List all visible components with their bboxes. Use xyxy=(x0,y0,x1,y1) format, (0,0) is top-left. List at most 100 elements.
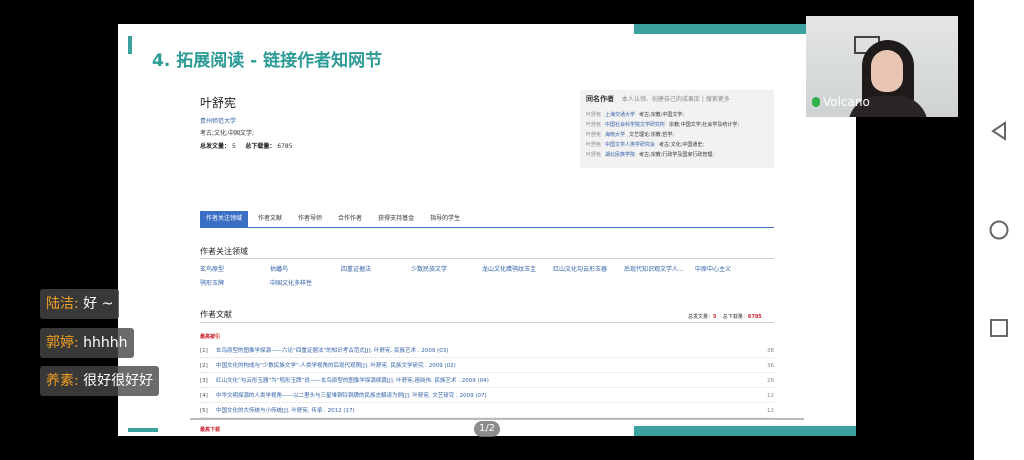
publication-index: [3] xyxy=(200,378,208,384)
publication-row[interactable]: [5] 中国文化的大传统与小传统[J]. 叶舒宪. 传承 . 2012 (17)… xyxy=(200,405,774,418)
row-name: 叶舒宪 xyxy=(586,122,602,128)
recents-icon[interactable] xyxy=(989,318,1009,338)
tab-students[interactable]: 指导的学生 xyxy=(424,211,466,227)
slide-title: 4. 拓展阅读 - 链接作者知网节 xyxy=(152,51,383,71)
slide-decoration xyxy=(634,426,856,436)
row-unit[interactable]: 中国社会科学院文学研究所 xyxy=(605,122,665,128)
focus-field-link[interactable]: 后现代知识观文学人... xyxy=(624,264,684,273)
back-icon[interactable] xyxy=(989,121,1009,141)
publication-row[interactable]: [2] 中国文化的构成与“少数民族文学”:人类学视角的后现代观照[J]. 叶舒宪… xyxy=(200,360,774,373)
chat-text: hhhhh xyxy=(78,335,128,351)
participant-video[interactable]: Volcano xyxy=(806,16,958,117)
focus-field-link[interactable]: 红山文化勾云形玉器 xyxy=(553,264,607,273)
author-stats: 总发文量： 5 总下载量： 6785 xyxy=(200,141,293,150)
lit-downloads-value: 6785 xyxy=(747,314,762,320)
microphone-icon xyxy=(812,97,820,107)
separator: | xyxy=(701,96,704,103)
divider xyxy=(190,418,804,420)
slide-decoration xyxy=(128,428,158,432)
publication-title-link[interactable]: 玄鸟原型的图像学探源——六论“四重证据法”的知识考古范式[J]. 叶舒宪. 民族… xyxy=(216,345,448,357)
row-name: 叶舒宪 xyxy=(586,152,602,158)
presentation-slide: 4. 拓展阅读 - 链接作者知网节 叶舒宪 贵州师范大学 考古;文化;中国文学;… xyxy=(118,24,856,436)
row-unit[interactable]: 海南大学 xyxy=(605,132,625,138)
chat-text: 好 ~ xyxy=(78,296,114,312)
same-name-row[interactable]: 叶舒宪 中国文学人类学研究会 考古;文化;中国通史; xyxy=(586,140,768,150)
focus-field-link[interactable]: 祜蟠鸟 xyxy=(270,264,288,273)
literature-section-title: 作者文献 xyxy=(200,310,232,319)
participant-face xyxy=(871,50,903,92)
row-fields: 考古;宗教;中国文学; xyxy=(639,112,685,118)
author-tabs: 作者关注领域 作者文献 作者导师 合作作者 获得支持基金 指导的学生 xyxy=(200,211,774,228)
author-name: 叶舒宪 xyxy=(200,96,237,110)
row-unit[interactable]: 湖北民族学院 xyxy=(605,152,635,158)
total-articles-value: 5 xyxy=(231,143,236,150)
author-institution-link[interactable]: 贵州师范大学 xyxy=(200,116,236,125)
focus-field-link[interactable]: 中国文化多样性 xyxy=(270,278,312,287)
publication-title-link[interactable]: 中华文明探源的人类学视角——以二里头与三星堆铜铃铜牌的民族志解读为例[J]. 叶… xyxy=(216,390,487,402)
publication-index: [4] xyxy=(200,393,208,399)
system-navigation-bar xyxy=(974,0,1024,460)
total-downloads-label: 总下载量： xyxy=(245,143,276,150)
publication-row[interactable]: [3] 红山文化“勾云形玉器”为“鸮形玉牌”说——玄鸟原型的图像学探源续篇[J]… xyxy=(200,375,774,388)
citation-count: 38 xyxy=(767,348,774,354)
total-downloads-value: 6785 xyxy=(277,143,293,150)
claim-hint-link[interactable]: 本人认领、创建自己的成果库 xyxy=(622,96,700,103)
focus-section-title: 作者关注领域 xyxy=(200,247,248,256)
same-name-row[interactable]: 叶舒宪 海南大学 文艺理论;宗教;哲学; xyxy=(586,130,768,140)
home-icon[interactable] xyxy=(988,219,1010,241)
focus-field-link[interactable]: 中原中心主义 xyxy=(695,264,731,273)
publication-title-link[interactable]: 中国文化的构成与“少数民族文学”:人类学视角的后现代观照[J]. 叶舒宪. 民族… xyxy=(216,360,456,372)
tab-funds[interactable]: 获得支持基金 xyxy=(372,211,420,227)
tab-literature[interactable]: 作者文献 xyxy=(252,211,288,227)
citation-count: 26 xyxy=(767,378,774,384)
row-name: 叶舒宪 xyxy=(586,142,602,148)
same-name-title: 同名作者 xyxy=(586,95,614,103)
search-more-link[interactable]: 搜索更多 xyxy=(706,96,730,103)
row-fields: 宗教;中国文学;社会学及统计学; xyxy=(669,122,740,128)
same-name-row[interactable]: 叶舒宪 湖北民族学院 考古;宗教;行政学及国家行政管理; xyxy=(586,150,768,160)
lit-downloads-label: 总下载量： xyxy=(722,314,748,320)
chat-message: 养素: 很好很好好 xyxy=(40,366,160,396)
tab-coauthors[interactable]: 合作作者 xyxy=(332,211,368,227)
lit-total-value: 5 xyxy=(713,314,717,320)
tab-advisors[interactable]: 作者导师 xyxy=(292,211,328,227)
publication-index: [1] xyxy=(200,348,208,354)
focus-field-link[interactable]: 玄鸟原型 xyxy=(200,264,224,273)
row-unit[interactable]: 上海交通大学 xyxy=(605,112,635,118)
focus-field-link[interactable]: 鸮形玉牌 xyxy=(200,278,224,287)
publication-row[interactable]: [4] 中华文明探源的人类学视角——以二里头与三星堆铜铃铜牌的民族志解读为例[J… xyxy=(200,390,774,403)
cnki-author-page: 叶舒宪 贵州师范大学 考古;文化;中国文学; 总发文量： 5 总下载量： 678… xyxy=(190,86,804,433)
divider xyxy=(200,322,774,323)
same-name-row[interactable]: 叶舒宪 上海交通大学 考古;宗教;中国文学; xyxy=(586,110,768,120)
chat-text: 很好很好好 xyxy=(78,373,154,389)
focus-field-link[interactable]: 少数民族文学 xyxy=(411,264,447,273)
lit-total-label: 总发文量： xyxy=(688,314,714,320)
most-cited-label: 最高被引 xyxy=(200,334,221,340)
row-fields: 考古;文化;中国通史; xyxy=(659,142,705,148)
chat-message: 陆洁: 好 ~ xyxy=(40,289,120,319)
slide-decoration xyxy=(128,36,132,54)
row-fields: 文艺理论;宗教;哲学; xyxy=(629,132,675,138)
focus-field-link[interactable]: 龙山文化鹰鸮纹玉圭 xyxy=(482,264,536,273)
publication-title-link[interactable]: 中国文化的大传统与小传统[J]. 叶舒宪. 传承 . 2012 (17) xyxy=(216,405,355,417)
same-name-header: 同名作者 本人认领、创建自己的成果库 | 搜索更多 xyxy=(586,94,768,104)
chat-message: 郭婷: hhhhh xyxy=(40,328,134,358)
total-articles-label: 总发文量： xyxy=(200,143,231,150)
publication-index: [2] xyxy=(200,363,208,369)
chat-user: 养素: xyxy=(46,373,79,389)
chat-user: 郭婷: xyxy=(46,335,79,351)
most-downloaded-label: 最高下载 xyxy=(200,427,221,433)
focus-field-link[interactable]: 四重证据法 xyxy=(341,264,371,273)
row-unit[interactable]: 中国文学人类学研究会 xyxy=(605,142,655,148)
row-name: 叶舒宪 xyxy=(586,112,602,118)
tab-focus-fields[interactable]: 作者关注领域 xyxy=(200,211,249,227)
author-subjects: 考古;文化;中国文学; xyxy=(200,130,255,137)
citation-count: 36 xyxy=(767,363,774,369)
page-indicator: 1/2 xyxy=(474,421,500,437)
publication-title-link[interactable]: 红山文化“勾云形玉器”为“鸮形玉牌”说——玄鸟原型的图像学探源续篇[J]. 叶舒… xyxy=(216,375,489,387)
participant-name: Volcano xyxy=(823,95,870,109)
same-name-row[interactable]: 叶舒宪 中国社会科学院文学研究所 宗教;中国文学;社会学及统计学; xyxy=(586,120,768,130)
same-name-authors-panel: 同名作者 本人认领、创建自己的成果库 | 搜索更多 叶舒宪 上海交通大学 考古;宗教… xyxy=(580,90,774,168)
publication-row[interactable]: [1] 玄鸟原型的图像学探源——六论“四重证据法”的知识考古范式[J]. 叶舒宪… xyxy=(200,345,774,358)
row-fields: 考古;宗教;行政学及国家行政管理; xyxy=(639,152,715,158)
